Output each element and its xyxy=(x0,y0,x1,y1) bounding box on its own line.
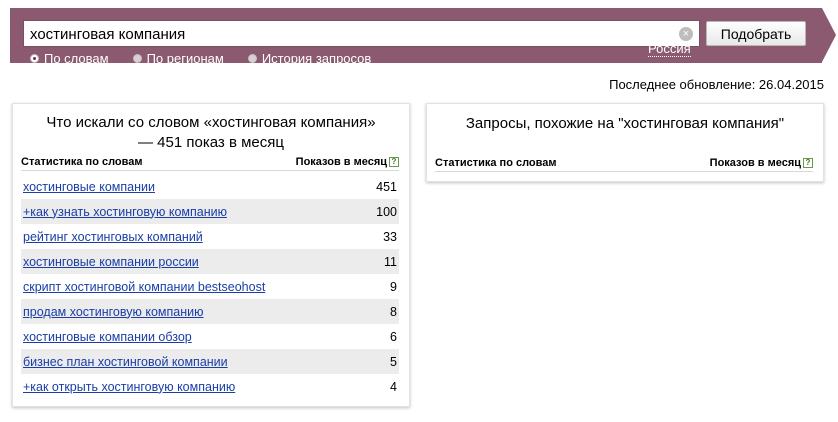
col-impressions: Показов в месяц? xyxy=(296,156,399,168)
table-row: рейтинг хостинговых компаний 33 xyxy=(21,224,399,249)
search-box: × xyxy=(23,20,700,47)
region-link[interactable]: Россия xyxy=(648,42,691,57)
word-stats-title: Что искали со словом «хостинговая компан… xyxy=(46,114,376,151)
impression-count: 8 xyxy=(390,304,397,319)
mode-history[interactable]: История запросов xyxy=(247,50,372,66)
search-mode-group: По словам По регионам История запросов xyxy=(30,50,395,66)
word-stats-rows: хостинговые компании 451 +как узнать хост… xyxy=(21,174,399,399)
col-impressions-label: Показов в месяц xyxy=(295,155,387,168)
impression-count: 4 xyxy=(390,379,397,394)
mode-by-regions-label: По регионам xyxy=(146,50,224,66)
mode-history-label: История запросов xyxy=(261,50,372,66)
impression-count: 451 xyxy=(376,179,397,194)
phrase-link[interactable]: бизнес план хостинговой компании xyxy=(23,355,228,369)
table-row: хостинговые компании 451 xyxy=(21,174,399,199)
table-row: хостинговые компании обзор 6 xyxy=(21,324,399,349)
impression-count: 33 xyxy=(383,229,397,244)
phrase-link[interactable]: продам хостинговую компанию xyxy=(23,305,203,319)
search-header: × Подобрать По словам По регионам Истори… xyxy=(10,8,822,66)
phrase-link[interactable]: хостинговые компании обзор xyxy=(23,330,192,344)
radio-history[interactable] xyxy=(247,53,257,63)
phrase-link[interactable]: хостинговые компании xyxy=(23,180,155,194)
radio-by-words[interactable] xyxy=(30,53,39,63)
mode-by-words-label: По словам xyxy=(44,50,109,66)
header-arrow xyxy=(822,8,836,62)
table-row: хостинговые компании россии 11 xyxy=(21,249,399,274)
phrase-link[interactable]: скрипт хостинговой компании bestseohost xyxy=(23,280,265,294)
table-row: продам хостинговую компанию 8 xyxy=(21,299,399,324)
impression-count: 100 xyxy=(376,204,397,219)
last-update: Последнее обновление: 26.04.2015 xyxy=(609,77,824,92)
phrase-link[interactable]: +как узнать хостинговую компанию xyxy=(23,205,227,219)
similar-queries-title: Запросы, похожие на "хостинговая компани… xyxy=(465,115,785,132)
col-impressions-label: Показов в месяц xyxy=(709,156,801,169)
table-row: бизнес план хостинговой компании 5 xyxy=(21,349,399,374)
col-words-label: Статистика по словам xyxy=(21,155,143,168)
mode-by-regions[interactable]: По регионам xyxy=(132,50,224,66)
impression-count: 11 xyxy=(384,254,397,269)
clear-icon[interactable]: × xyxy=(679,27,693,41)
similar-queries-panel: Запросы, похожие на "хостинговая компани… xyxy=(426,103,824,182)
search-input[interactable] xyxy=(30,24,670,44)
table-row: +как узнать хостинговую компанию 100 xyxy=(21,199,399,224)
impression-count: 9 xyxy=(390,279,397,294)
radio-by-regions[interactable] xyxy=(132,53,142,63)
mode-by-words[interactable]: По словам xyxy=(30,50,109,66)
phrase-link[interactable]: хостинговые компании россии xyxy=(23,255,199,269)
table-row: скрипт хостинговой компании bestseohost 9 xyxy=(21,274,399,299)
word-stats-header: Статистика по словам Показов в месяц? xyxy=(21,153,399,171)
help-icon[interactable]: ? xyxy=(803,157,813,168)
phrase-link[interactable]: +как открыть хостинговую компанию xyxy=(23,380,235,394)
phrase-link[interactable]: рейтинг хостинговых компаний xyxy=(23,230,203,244)
col-impressions: Показов в месяц? xyxy=(710,157,813,169)
impression-count: 5 xyxy=(390,354,397,369)
help-icon[interactable]: ? xyxy=(389,156,399,167)
impression-count: 6 xyxy=(390,329,397,344)
word-stats-panel: Что искали со словом «хостинговая компан… xyxy=(12,103,410,407)
col-words-label: Статистика по словам xyxy=(435,156,557,169)
table-row: +как открыть хостинговую компанию 4 xyxy=(21,374,399,399)
submit-button[interactable]: Подобрать xyxy=(706,21,806,46)
similar-queries-header: Статистика по словам Показов в месяц? xyxy=(435,154,813,172)
